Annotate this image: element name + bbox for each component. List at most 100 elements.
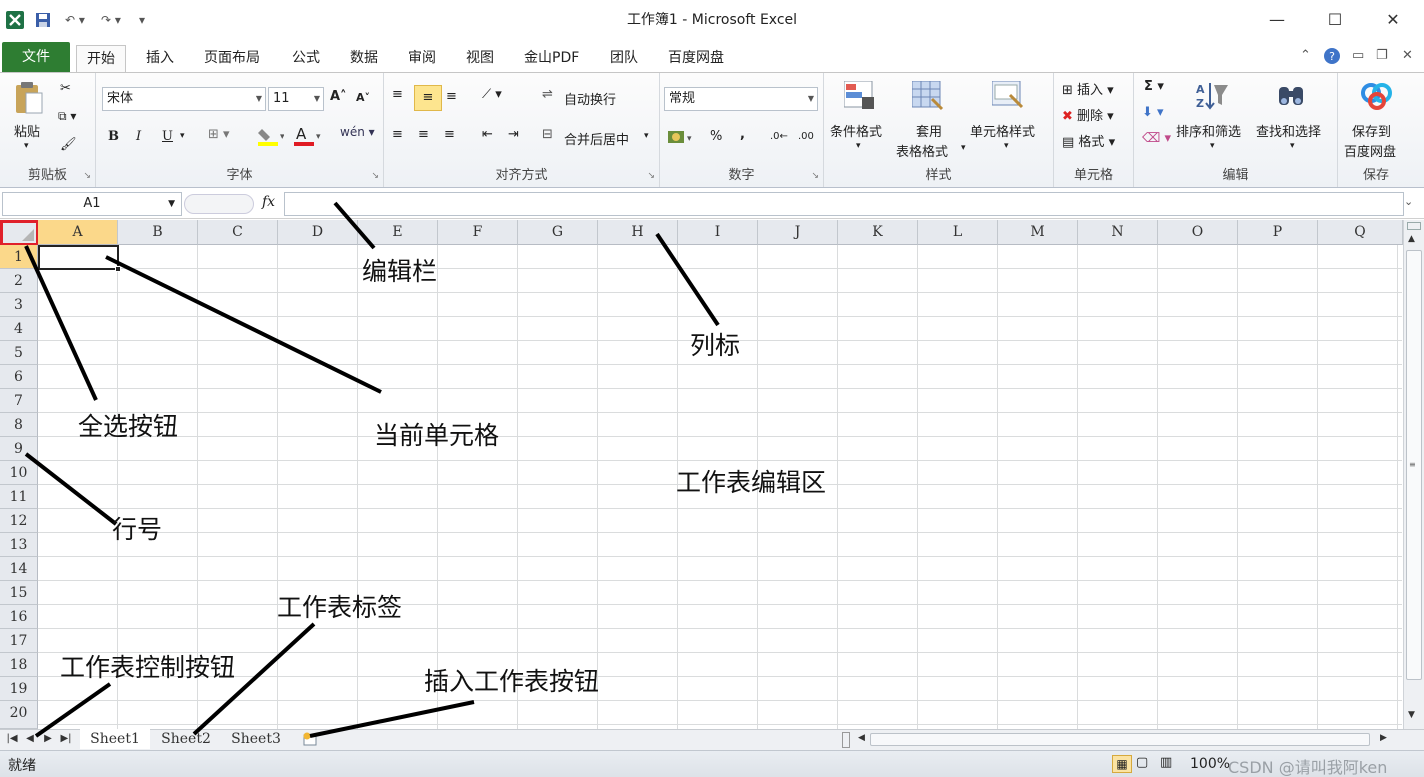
font-size-select[interactable]: 11 ▼ <box>268 87 324 111</box>
border-icon[interactable]: ⊞ ▾ <box>208 127 230 142</box>
sheet-tab-3[interactable]: Sheet3 <box>222 729 290 749</box>
copy-icon[interactable]: ⧉ ▾ <box>58 109 76 124</box>
help-icon[interactable]: ? <box>1324 48 1340 68</box>
row-header-12[interactable]: 12 <box>0 509 38 533</box>
column-header-i[interactable]: I <box>678 220 758 245</box>
split-box-icon[interactable] <box>1407 222 1421 230</box>
clear-icon[interactable]: ⌫ ▾ <box>1142 131 1171 146</box>
column-header-e[interactable]: E <box>358 220 438 245</box>
sheet-tab-1[interactable]: Sheet1 <box>80 729 150 749</box>
format-painter-icon[interactable]: 🖌 <box>60 137 77 152</box>
column-header-m[interactable]: M <box>998 220 1078 245</box>
align-right-icon[interactable]: ≡ <box>444 127 455 142</box>
row-header-13[interactable]: 13 <box>0 533 38 557</box>
increase-decimal-icon[interactable]: .0← <box>770 131 788 142</box>
tab-home[interactable]: 开始 <box>76 45 126 72</box>
paste-button[interactable]: 粘贴 <box>14 121 40 140</box>
fill-color-icon[interactable]: ▾ <box>258 125 285 151</box>
cell-styles-icon[interactable] <box>991 80 1024 111</box>
workbook-restore-icon[interactable]: ❐ <box>1376 48 1388 63</box>
column-header-o[interactable]: O <box>1158 220 1238 245</box>
cell-styles-dropdown-icon[interactable]: ▾ <box>1004 141 1009 151</box>
row-header-20[interactable]: 20 <box>0 701 38 729</box>
percent-button[interactable]: % <box>710 129 722 144</box>
tab-review[interactable]: 审阅 <box>398 45 446 72</box>
column-header-d[interactable]: D <box>278 220 358 245</box>
tab-split-handle[interactable] <box>842 732 850 748</box>
formula-input[interactable] <box>284 192 1404 216</box>
shrink-font-icon[interactable]: A˅ <box>356 91 370 104</box>
page-layout-view-icon[interactable]: ▢ <box>1136 755 1148 770</box>
fill-icon[interactable]: ⬇ ▾ <box>1142 105 1164 120</box>
vertical-scrollbar[interactable]: ▲ ≡ ▼ <box>1403 220 1424 729</box>
undo-icon[interactable]: ↶ ▾ <box>58 9 92 31</box>
align-top-icon[interactable]: ≡ <box>392 87 403 102</box>
conditional-format-dropdown-icon[interactable]: ▾ <box>856 141 861 151</box>
underline-button[interactable]: U <box>162 129 173 144</box>
collapse-ribbon-icon[interactable]: ⌃ <box>1300 48 1311 63</box>
customize-quick-access-icon[interactable]: ▾ <box>134 9 150 31</box>
number-format-select[interactable]: 常规 ▼ <box>664 87 818 111</box>
column-header-f[interactable]: F <box>438 220 518 245</box>
save-icon[interactable] <box>32 9 54 31</box>
comma-button[interactable]: , <box>740 127 745 142</box>
minimize-button[interactable]: — <box>1248 0 1306 38</box>
fill-handle[interactable] <box>115 266 121 272</box>
conditional-format-icon[interactable] <box>843 80 876 111</box>
align-middle-icon[interactable]: ≡ <box>414 85 442 111</box>
name-box[interactable]: A1 ▼ <box>2 192 182 216</box>
font-name-select[interactable]: 宋体 ▼ <box>102 87 266 111</box>
tab-insert[interactable]: 插入 <box>136 45 184 72</box>
previous-sheet-icon[interactable]: ◀ <box>22 731 38 747</box>
delete-cells-button[interactable]: ✖ 删除 ▾ <box>1062 105 1114 124</box>
row-header-11[interactable]: 11 <box>0 485 38 509</box>
row-header-1[interactable]: 1 <box>0 245 38 269</box>
zoom-level[interactable]: 100% <box>1190 756 1230 772</box>
scroll-up-icon[interactable]: ▲ <box>1408 234 1415 244</box>
sheet-tab-2[interactable]: Sheet2 <box>152 729 220 749</box>
redo-icon[interactable]: ↷ ▾ <box>94 9 128 31</box>
cell-styles-button[interactable]: 单元格样式 <box>970 121 1035 140</box>
cut-icon[interactable]: ✂ <box>60 81 71 96</box>
last-sheet-icon[interactable]: ▶| <box>58 731 74 747</box>
insert-function-icon[interactable]: fx <box>262 194 275 210</box>
wrap-text-icon[interactable]: ⇌ <box>542 87 553 102</box>
wrap-text-button[interactable]: 自动换行 <box>564 89 616 108</box>
column-header-k[interactable]: K <box>838 220 918 245</box>
row-header-10[interactable]: 10 <box>0 461 38 485</box>
save-to-netdisk-line1[interactable]: 保存到 <box>1352 121 1391 140</box>
workbook-minimize-icon[interactable]: ▭ <box>1352 48 1364 63</box>
conditional-format-button[interactable]: 条件格式 <box>830 121 882 140</box>
row-header-3[interactable]: 3 <box>0 293 38 317</box>
font-color-icon[interactable]: A ▾ <box>294 125 322 151</box>
find-select-button[interactable]: 查找和选择 <box>1256 121 1321 140</box>
phonetic-icon[interactable]: wén ▾ <box>340 125 375 139</box>
align-left-icon[interactable]: ≡ <box>392 127 403 142</box>
first-sheet-icon[interactable]: |◀ <box>4 731 20 747</box>
next-sheet-icon[interactable]: ▶ <box>40 731 56 747</box>
grow-font-icon[interactable]: A˄ <box>330 89 347 104</box>
sort-filter-dropdown-icon[interactable]: ▾ <box>1210 141 1215 151</box>
increase-indent-icon[interactable]: ⇥ <box>508 127 519 142</box>
tab-view[interactable]: 视图 <box>456 45 504 72</box>
format-as-table-line2[interactable]: 表格格式 <box>896 141 948 160</box>
row-header-6[interactable]: 6 <box>0 365 38 389</box>
tab-formulas[interactable]: 公式 <box>282 45 330 72</box>
italic-button[interactable]: I <box>136 129 141 144</box>
save-to-netdisk-line2[interactable]: 百度网盘 <box>1344 141 1396 160</box>
column-header-a[interactable]: A <box>38 220 118 245</box>
workbook-close-icon[interactable]: ✕ <box>1402 48 1413 63</box>
row-header-17[interactable]: 17 <box>0 629 38 653</box>
accounting-format-icon[interactable]: ▾ <box>668 129 694 151</box>
sort-filter-icon[interactable]: AZ <box>1196 81 1228 111</box>
font-launcher-icon[interactable]: ↘ <box>371 171 379 181</box>
maximize-button[interactable]: ☐ <box>1306 0 1364 38</box>
normal-view-icon[interactable]: ▦ <box>1112 755 1132 773</box>
format-as-table-line1[interactable]: 套用 <box>916 121 942 140</box>
merge-dropdown-icon[interactable]: ▾ <box>644 131 649 141</box>
row-header-15[interactable]: 15 <box>0 581 38 605</box>
format-as-table-icon[interactable] <box>911 80 944 111</box>
column-header-j[interactable]: J <box>758 220 838 245</box>
decrease-indent-icon[interactable]: ⇤ <box>482 127 493 142</box>
find-select-icon[interactable] <box>1276 81 1308 111</box>
